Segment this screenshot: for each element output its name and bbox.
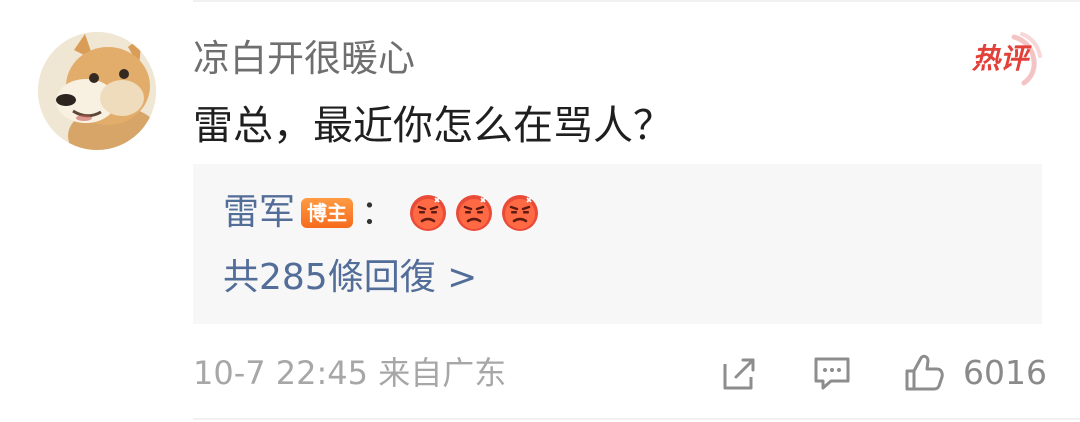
top-divider [193, 0, 1080, 2]
blogger-badge: 博主 [301, 198, 354, 228]
share-icon[interactable] [719, 353, 761, 393]
reply-colon: ： [361, 193, 396, 233]
bottom-divider [193, 418, 1080, 420]
comment-time: 10-7 22:45 [193, 354, 369, 392]
reply-author[interactable]: 雷军 [223, 188, 295, 238]
thumbs-up-icon[interactable] [903, 353, 945, 393]
comment-username[interactable]: 凉白开很暖心 [193, 36, 415, 82]
view-all-replies-link[interactable]: 共285條回復 > [223, 256, 477, 300]
comment-meta: 10-7 22:45 来自广东 [193, 350, 506, 396]
hot-badge-label: 热评 [972, 42, 1029, 75]
angry-face-emoji-icon [410, 195, 447, 231]
angry-face-emoji-icon [456, 195, 493, 231]
comment-location: 来自广东 [378, 354, 507, 392]
like-count: 6016 [963, 353, 1047, 392]
comment-icon[interactable] [811, 353, 853, 393]
hot-comment-badge: 热评 [960, 30, 1046, 88]
angry-face-emoji-icon [502, 195, 539, 231]
user-avatar[interactable] [38, 32, 156, 150]
reply-line: 雷军 博主 ： [223, 188, 547, 238]
reply-preview-box[interactable]: 雷军 博主 ： 共285條回復 > [193, 164, 1042, 324]
comment-text: 雷总，最近你怎么在骂人？ [193, 103, 673, 149]
shiba-inu-avatar-icon [38, 32, 156, 150]
